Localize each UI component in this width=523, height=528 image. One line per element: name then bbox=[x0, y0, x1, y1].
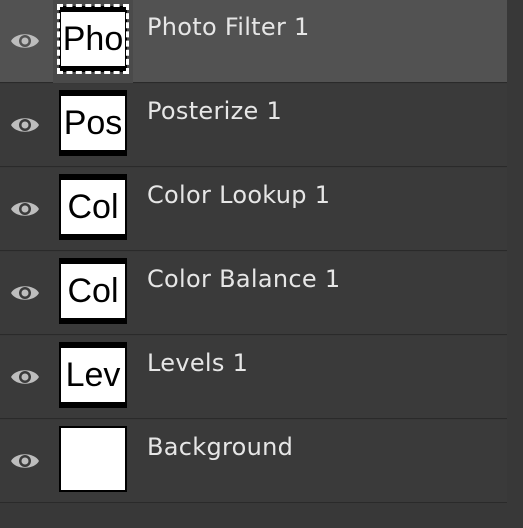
eye-icon[interactable] bbox=[8, 111, 42, 139]
layer-thumbnail-wrap[interactable]: Pho bbox=[53, 0, 133, 83]
layer-thumbnail[interactable]: Pos bbox=[59, 90, 127, 156]
layer-name[interactable]: Color Balance 1 bbox=[147, 265, 340, 293]
layer-row-levels[interactable]: Lev Levels 1 bbox=[0, 336, 507, 419]
layers-panel: Pho Photo Filter 1 Pos Posterize 1 Col C… bbox=[0, 0, 523, 528]
layer-row-color-balance[interactable]: Col Color Balance 1 bbox=[0, 252, 507, 335]
layer-name[interactable]: Background bbox=[147, 433, 293, 461]
layer-thumbnail[interactable]: Pho bbox=[57, 4, 129, 74]
eye-icon[interactable] bbox=[8, 363, 42, 391]
layer-thumbnail-wrap[interactable]: Pos bbox=[53, 84, 133, 167]
layer-thumbnail-wrap[interactable] bbox=[53, 420, 133, 503]
layer-name[interactable]: Posterize 1 bbox=[147, 97, 282, 125]
eye-icon[interactable] bbox=[8, 27, 42, 55]
layer-thumbnail[interactable]: Col bbox=[59, 174, 127, 240]
layer-thumbnail-wrap[interactable]: Col bbox=[53, 168, 133, 251]
eye-icon[interactable] bbox=[8, 279, 42, 307]
eye-icon[interactable] bbox=[8, 195, 42, 223]
thumbnail-label: Pos bbox=[61, 96, 125, 150]
layer-row-color-lookup[interactable]: Col Color Lookup 1 bbox=[0, 168, 507, 251]
layer-thumbnail[interactable]: Col bbox=[59, 258, 127, 324]
layer-thumbnail[interactable] bbox=[59, 426, 127, 492]
layer-thumbnail-wrap[interactable]: Lev bbox=[53, 336, 133, 419]
layer-thumbnail[interactable]: Lev bbox=[59, 342, 127, 408]
layer-name[interactable]: Levels 1 bbox=[147, 349, 248, 377]
layer-row-posterize[interactable]: Pos Posterize 1 bbox=[0, 84, 507, 167]
scrollbar-track[interactable] bbox=[507, 0, 523, 528]
thumbnail-label: Pho bbox=[61, 12, 125, 66]
thumbnail-label: Col bbox=[61, 180, 125, 234]
layer-thumbnail-wrap[interactable]: Col bbox=[53, 252, 133, 335]
eye-icon[interactable] bbox=[8, 447, 42, 475]
layer-row-background[interactable]: Background bbox=[0, 420, 507, 503]
layer-name[interactable]: Photo Filter 1 bbox=[147, 13, 310, 41]
thumbnail-label: Lev bbox=[61, 348, 125, 402]
thumbnail-label: Col bbox=[61, 264, 125, 318]
layer-row-photo-filter[interactable]: Pho Photo Filter 1 bbox=[0, 0, 507, 83]
layer-name[interactable]: Color Lookup 1 bbox=[147, 181, 330, 209]
